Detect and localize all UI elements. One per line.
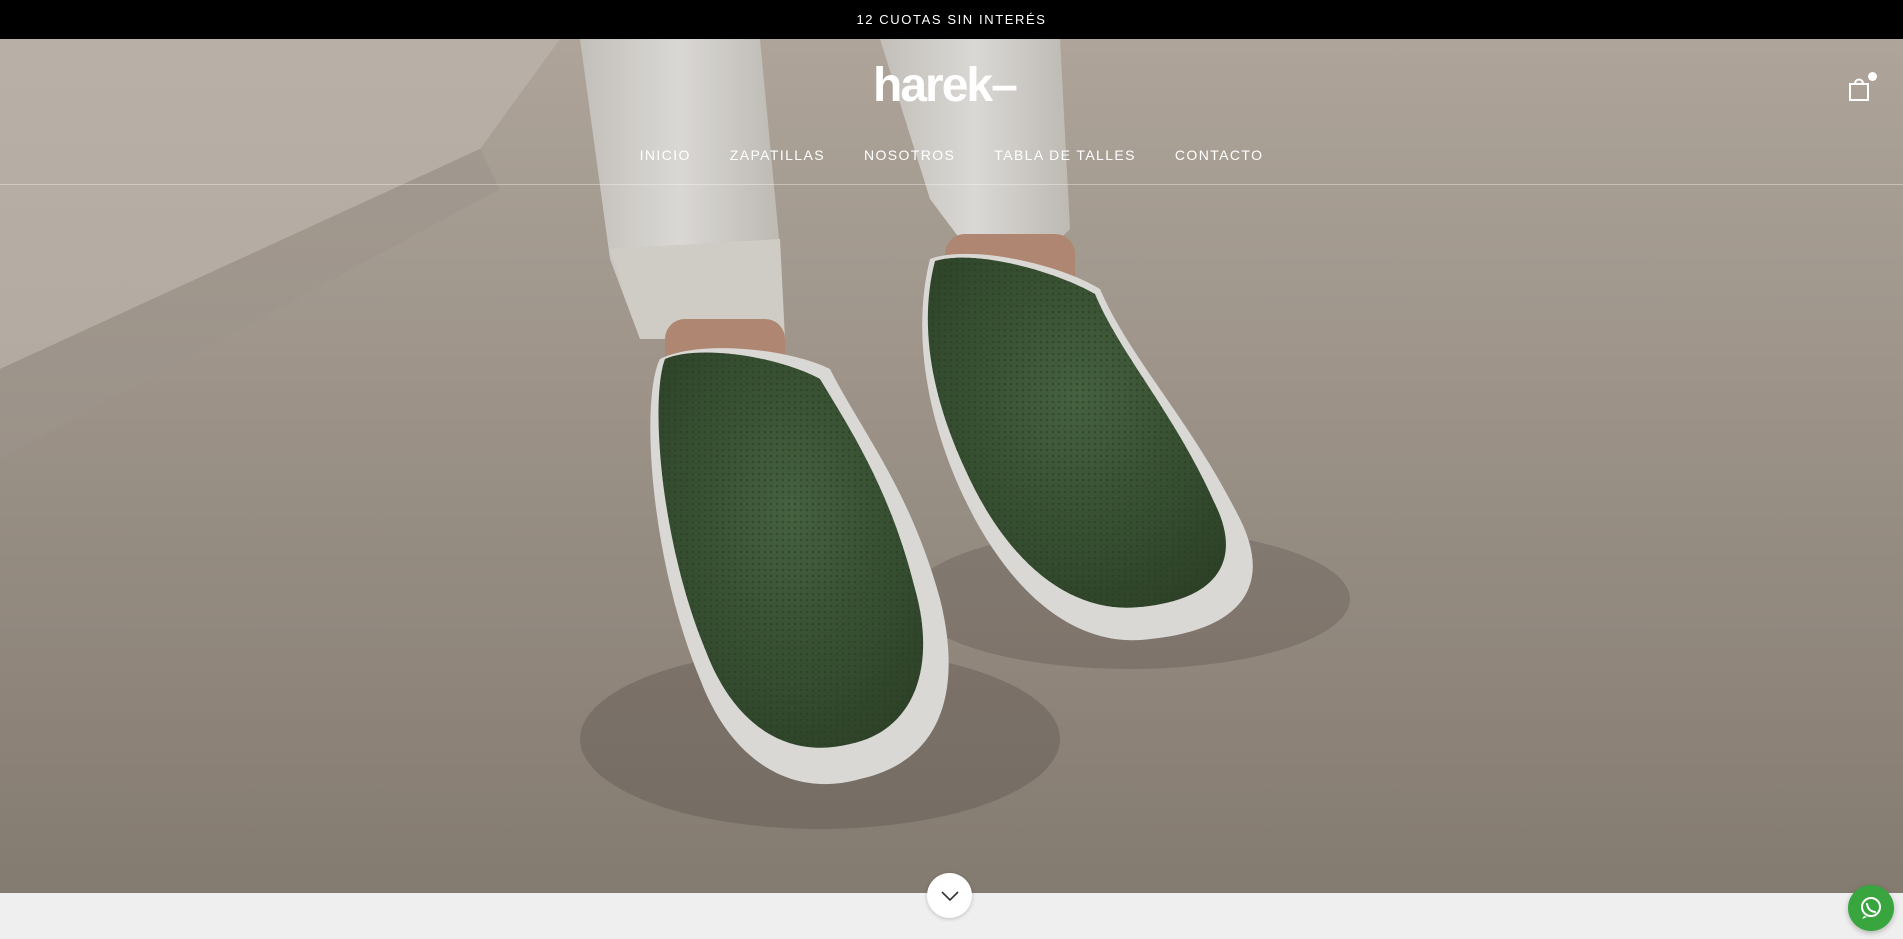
shopping-bag-icon [1849,78,1869,101]
whatsapp-button[interactable] [1848,885,1894,931]
scroll-down-button[interactable] [927,873,972,918]
announcement-bar: 12 CUOTAS SIN INTERÉS [0,0,1903,39]
nav-tabla-de-talles[interactable]: TABLA DE TALLES [994,147,1136,163]
nav-contacto[interactable]: CONTACTO [1175,147,1263,163]
cart-badge [1868,72,1877,81]
nav-inicio[interactable]: INICIO [640,147,691,163]
main-nav: INICIO ZAPATILLAS NOSOTROS TABLA DE TALL… [0,147,1903,163]
announcement-text: 12 CUOTAS SIN INTERÉS [856,12,1047,27]
chevron-down-icon [940,890,959,901]
brand-logo[interactable]: harek– [873,61,1033,111]
site-header: harek– INICIO ZAPATILLAS NOSOTROS TABLA … [0,39,1903,185]
nav-zapatillas[interactable]: ZAPATILLAS [730,147,825,163]
whatsapp-icon [1861,897,1881,919]
cart-button[interactable] [1847,72,1877,102]
nav-nosotros[interactable]: NOSOTROS [864,147,955,163]
